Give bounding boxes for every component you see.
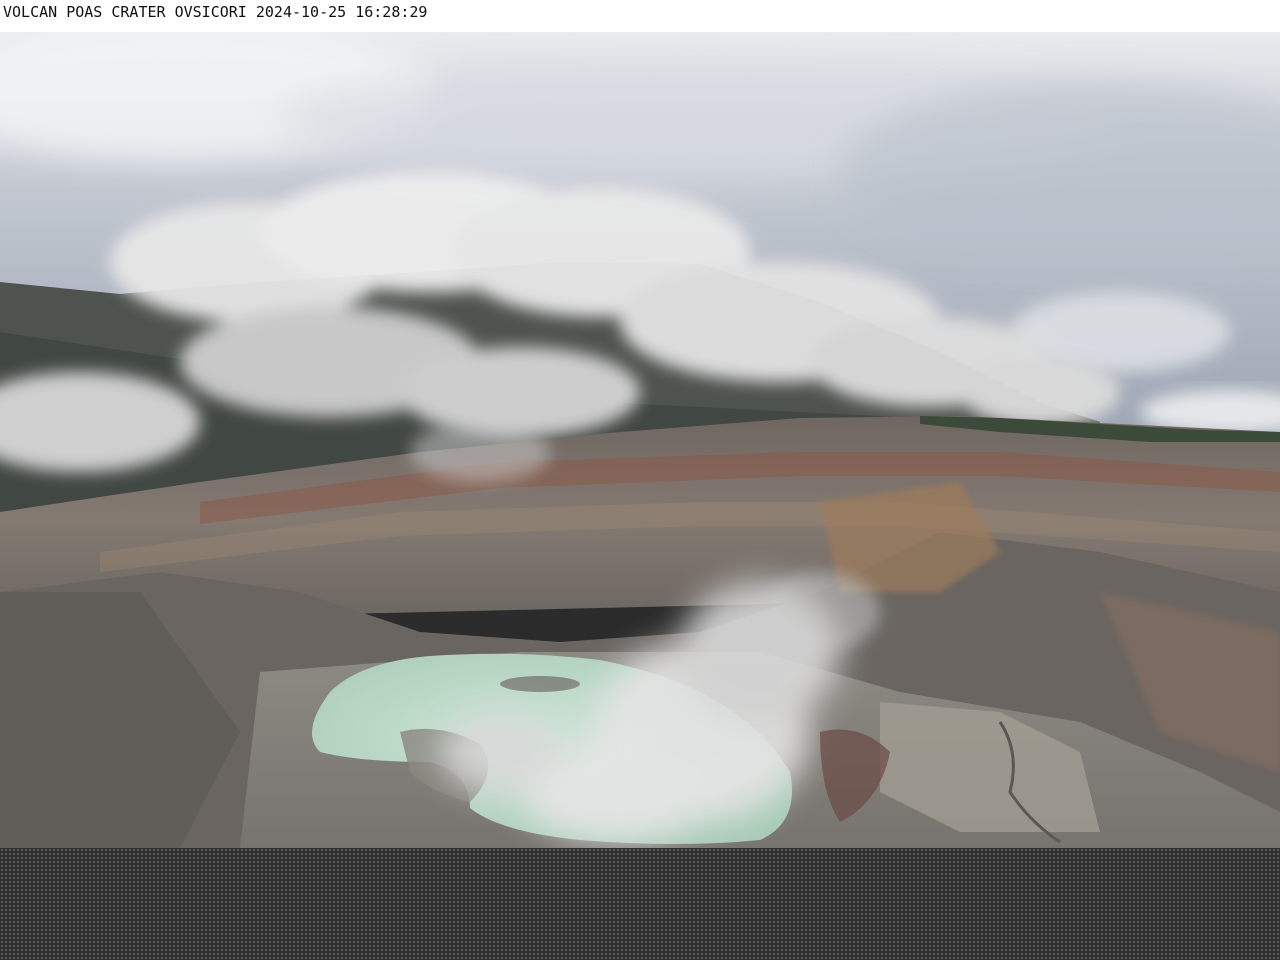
caption-bar: VOLCAN POAS CRATER OVSICORI 2024-10-25 1… (0, 0, 1280, 32)
webcam-frame: VOLCAN POAS CRATER OVSICORI 2024-10-25 1… (0, 0, 1280, 960)
noise-band (0, 848, 1280, 960)
volcano-scene-image (0, 32, 1280, 848)
caption-text: VOLCAN POAS CRATER OVSICORI 2024-10-25 1… (3, 3, 428, 21)
